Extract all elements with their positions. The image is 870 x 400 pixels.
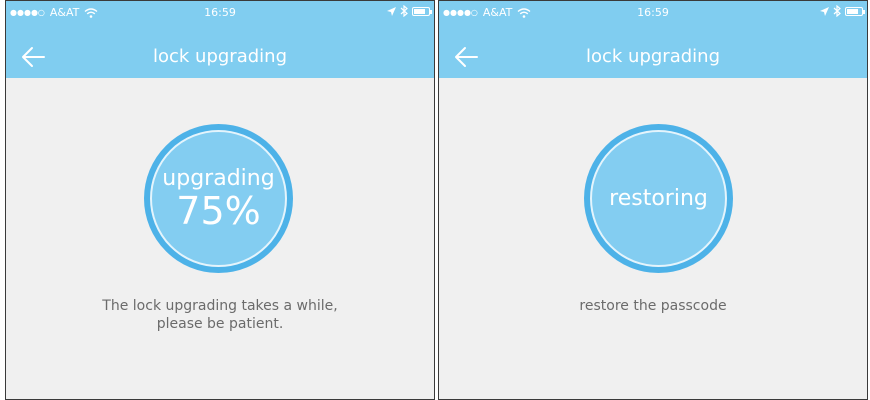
bluetooth-icon bbox=[833, 5, 841, 17]
header: ●●●●○ A&AT 16:59 lock upgrading bbox=[439, 1, 867, 78]
clock: 16:59 bbox=[637, 6, 669, 19]
message-line-1: restore the passcode bbox=[579, 298, 727, 314]
location-arrow-icon bbox=[387, 6, 396, 16]
location-arrow-icon bbox=[820, 6, 829, 16]
progress-circle: upgrading 75% bbox=[144, 124, 293, 273]
header: ●●●●○ A&AT 16:59 lock upgrading bbox=[6, 1, 434, 78]
nav-bar: lock upgrading bbox=[6, 39, 434, 75]
progress-disc: upgrading 75% bbox=[150, 130, 287, 267]
upgrading-screen: ●●●●○ A&AT 16:59 lock upgrading upgradin… bbox=[5, 0, 435, 400]
restore-message: restore the passcode bbox=[439, 297, 867, 315]
battery-icon bbox=[845, 6, 865, 16]
page-title: lock upgrading bbox=[585, 46, 720, 67]
restore-disc: restoring bbox=[590, 130, 727, 267]
status-bar: ●●●●○ A&AT 16:59 bbox=[439, 1, 867, 23]
status-bar: ●●●●○ A&AT 16:59 bbox=[6, 1, 434, 23]
restore-circle: restoring bbox=[584, 124, 733, 273]
nav-bar: lock upgrading bbox=[439, 39, 867, 75]
progress-label: upgrading bbox=[162, 165, 275, 191]
restore-label: restoring bbox=[609, 185, 708, 211]
message-line-2: please be patient. bbox=[156, 316, 284, 332]
message-line-1: The lock upgrading takes a while, bbox=[102, 298, 338, 314]
page-title: lock upgrading bbox=[152, 46, 287, 67]
restoring-screen: ●●●●○ A&AT 16:59 lock upgrading restorin… bbox=[438, 0, 868, 400]
battery-icon bbox=[412, 6, 432, 16]
upgrade-message: The lock upgrading takes a while, please… bbox=[6, 297, 434, 333]
bluetooth-icon bbox=[400, 5, 408, 17]
back-arrow-icon[interactable] bbox=[20, 44, 46, 70]
clock: 16:59 bbox=[204, 6, 236, 19]
back-arrow-icon[interactable] bbox=[453, 44, 479, 70]
progress-percent: 75% bbox=[176, 188, 261, 233]
